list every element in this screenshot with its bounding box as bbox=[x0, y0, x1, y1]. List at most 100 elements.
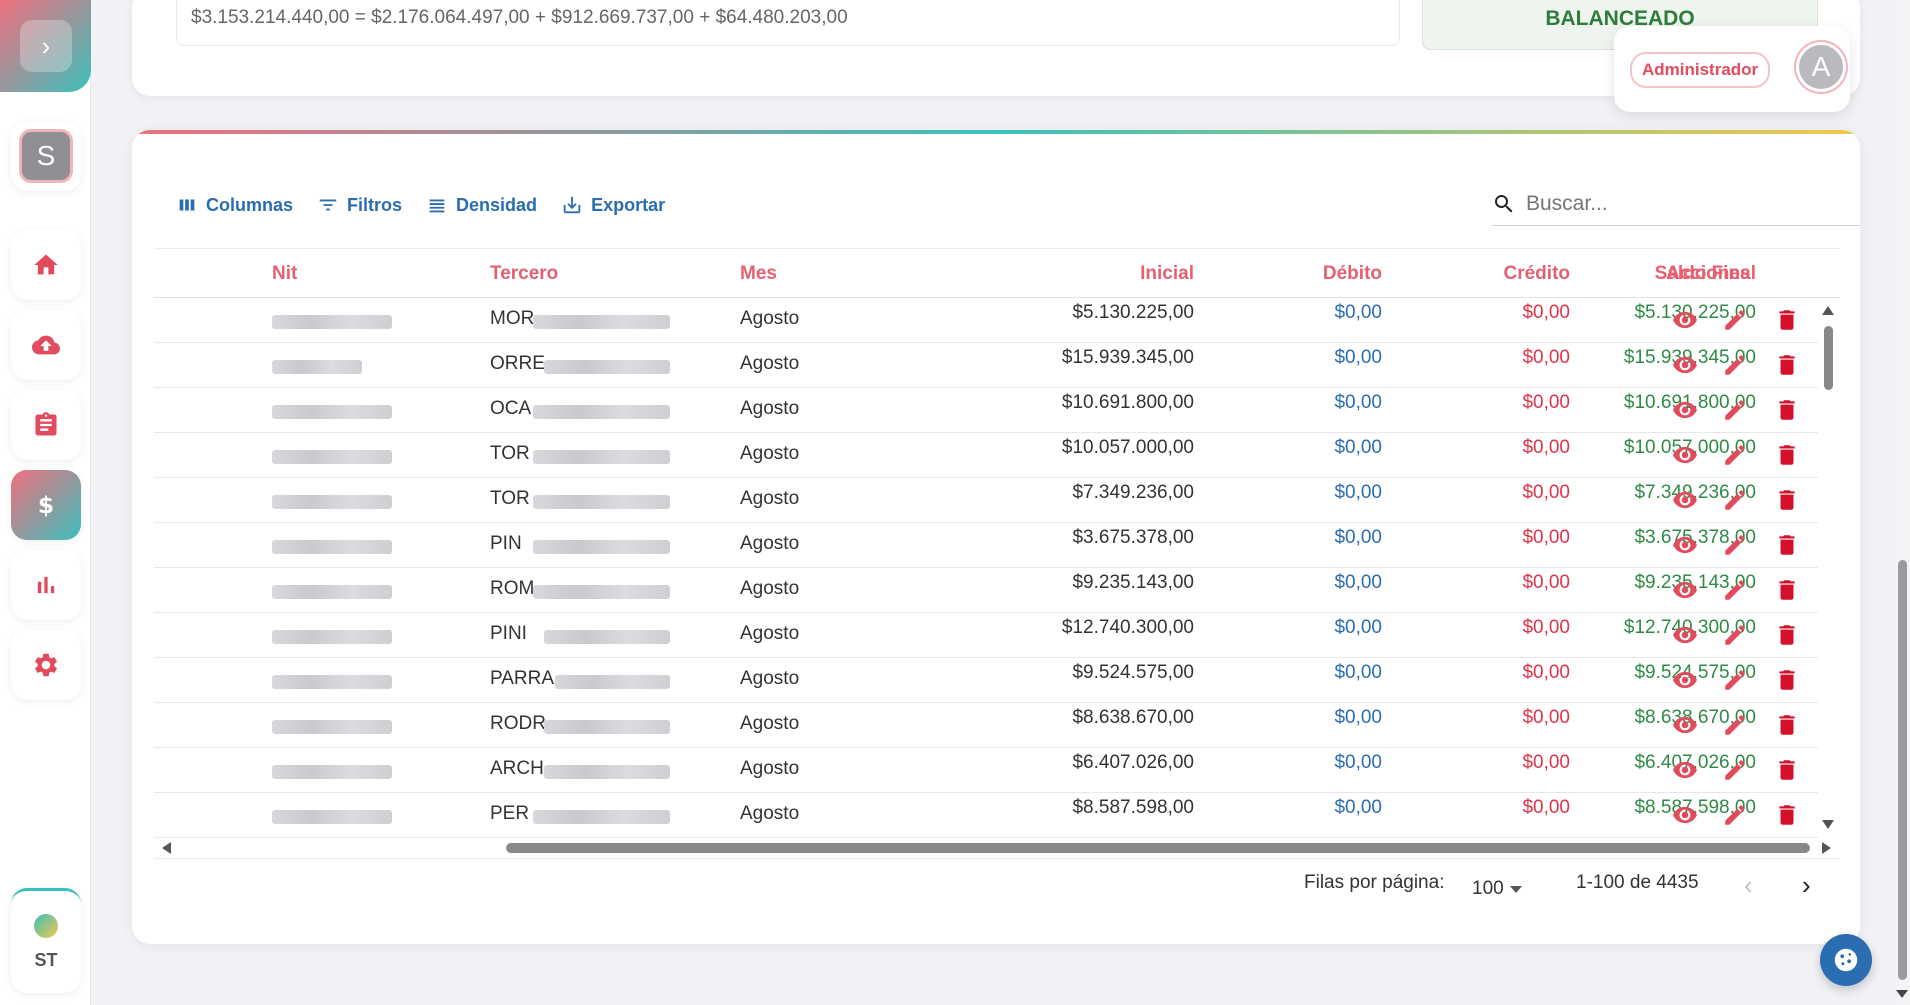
search-icon bbox=[1495, 194, 1513, 212]
pencil-icon[interactable] bbox=[1722, 577, 1748, 603]
grid-scroll-right-arrow[interactable] bbox=[1822, 842, 1831, 854]
sidebar-item-finance[interactable]: $ bbox=[11, 470, 81, 540]
previous-page-button[interactable]: ‹ bbox=[1744, 870, 1753, 901]
filters-button[interactable]: Filtros bbox=[317, 194, 402, 216]
eye-icon[interactable] bbox=[1672, 442, 1698, 468]
table-row[interactable]: PIN Agosto $3.675.378,00 $0,00 $0,00 $3.675.3… bbox=[154, 523, 1818, 568]
grid-scroll-down-arrow[interactable] bbox=[1822, 820, 1834, 829]
table-row[interactable]: ORRE Agosto $15.939.345,00 $0,00 $0,00 $15.93… bbox=[154, 343, 1818, 388]
table-row[interactable]: ARCH Agosto $6.407.026,00 $0,00 $0,00 $6.407.… bbox=[154, 748, 1818, 793]
pencil-icon[interactable] bbox=[1722, 487, 1748, 513]
cell-inicial: $8.638.670,00 bbox=[1072, 707, 1194, 728]
pencil-icon[interactable] bbox=[1722, 307, 1748, 333]
column-header-inicial[interactable]: Inicial bbox=[1140, 263, 1194, 285]
trash-icon[interactable] bbox=[1774, 757, 1800, 783]
pencil-icon[interactable] bbox=[1722, 757, 1748, 783]
table-row[interactable]: PER Agosto $8.587.598,00 $0,00 $0,00 $8.587.5… bbox=[154, 793, 1818, 838]
density-button[interactable]: Densidad bbox=[426, 194, 537, 216]
column-header-credito[interactable]: Crédito bbox=[1504, 263, 1571, 285]
column-header-mes[interactable]: Mes bbox=[740, 263, 777, 285]
user-menu[interactable]: Administrador A bbox=[1614, 26, 1850, 112]
user-avatar[interactable]: A bbox=[1796, 42, 1846, 92]
eye-icon[interactable] bbox=[1672, 532, 1698, 558]
dollar-icon: $ bbox=[38, 491, 54, 519]
trash-icon[interactable] bbox=[1774, 397, 1800, 423]
gear-icon bbox=[35, 653, 57, 677]
page-vertical-scrollbar[interactable] bbox=[1898, 560, 1907, 980]
next-page-button[interactable]: › bbox=[1802, 870, 1811, 901]
grid-scroll-left-arrow[interactable] bbox=[162, 842, 171, 854]
column-header-tercero[interactable]: Tercero bbox=[490, 263, 558, 285]
eye-icon[interactable] bbox=[1672, 397, 1698, 423]
eye-icon[interactable] bbox=[1672, 802, 1698, 828]
trash-icon[interactable] bbox=[1774, 307, 1800, 333]
trash-icon[interactable] bbox=[1774, 487, 1800, 513]
trash-icon[interactable] bbox=[1774, 712, 1800, 738]
sidebar-toggle[interactable]: › bbox=[0, 0, 91, 92]
svg-text:$: $ bbox=[38, 491, 54, 519]
pencil-icon[interactable] bbox=[1722, 667, 1748, 693]
table-row[interactable]: ROM Agosto $9.235.143,00 $0,00 $0,00 $9.235.1… bbox=[154, 568, 1818, 613]
eye-icon[interactable] bbox=[1672, 307, 1698, 333]
column-header-acciones: Acciones bbox=[1666, 263, 1751, 284]
table-row[interactable]: TOR Agosto $10.057.000,00 $0,00 $0,00 $10.057… bbox=[154, 433, 1818, 478]
export-button[interactable]: Exportar bbox=[561, 194, 665, 216]
table-row[interactable]: RODR Agosto $8.638.670,00 $0,00 $0,00 $8.638.… bbox=[154, 703, 1818, 748]
pencil-icon[interactable] bbox=[1722, 622, 1748, 648]
eye-icon[interactable] bbox=[1672, 757, 1698, 783]
rows-per-page-select[interactable]: 100 bbox=[1472, 878, 1522, 900]
trash-icon[interactable] bbox=[1774, 577, 1800, 603]
role-badge: Administrador bbox=[1630, 52, 1771, 88]
sidebar-item-upload[interactable] bbox=[11, 310, 81, 380]
sidebar-item-clipboard[interactable] bbox=[11, 390, 81, 460]
pencil-icon[interactable] bbox=[1722, 352, 1748, 378]
eye-icon[interactable] bbox=[1672, 712, 1698, 738]
column-header-nit[interactable]: Nit bbox=[272, 263, 297, 285]
trash-icon[interactable] bbox=[1774, 352, 1800, 378]
org-avatar-button[interactable]: S bbox=[11, 121, 81, 191]
trash-icon[interactable] bbox=[1774, 622, 1800, 648]
search-input[interactable] bbox=[1526, 191, 1860, 216]
cloud-upload-icon bbox=[32, 335, 60, 355]
app-brand[interactable]: ST bbox=[11, 888, 81, 993]
pencil-icon[interactable] bbox=[1722, 802, 1748, 828]
eye-icon[interactable] bbox=[1672, 667, 1698, 693]
pencil-icon[interactable] bbox=[1722, 532, 1748, 558]
nit-redacted bbox=[272, 585, 392, 599]
eye-icon[interactable] bbox=[1672, 487, 1698, 513]
tercero-redacted bbox=[533, 540, 670, 554]
eye-icon[interactable] bbox=[1672, 622, 1698, 648]
trash-icon[interactable] bbox=[1774, 442, 1800, 468]
pencil-icon[interactable] bbox=[1722, 442, 1748, 468]
table-row[interactable]: MOR Agosto $5.130.225,00 $0,00 $0,00 $5.130.2… bbox=[154, 298, 1818, 343]
grid-vertical-scrollbar[interactable] bbox=[1824, 326, 1833, 390]
caret-down-icon bbox=[1509, 885, 1522, 893]
cell-inicial: $3.675.378,00 bbox=[1072, 527, 1194, 548]
eye-icon[interactable] bbox=[1672, 352, 1698, 378]
cookie-settings-button[interactable] bbox=[1820, 934, 1872, 986]
pencil-icon[interactable] bbox=[1722, 712, 1748, 738]
grid-scroll-up-arrow[interactable] bbox=[1822, 306, 1834, 315]
tercero-redacted bbox=[533, 810, 670, 824]
sidebar: › S $ ST bbox=[0, 0, 91, 1005]
eye-icon[interactable] bbox=[1672, 577, 1698, 603]
table-row[interactable]: TOR Agosto $7.349.236,00 $0,00 $0,00 $7.349.2… bbox=[154, 478, 1818, 523]
table-row[interactable]: OCA Agosto $10.691.800,00 $0,00 $0,00 $10.691… bbox=[154, 388, 1818, 433]
column-header-debito[interactable]: Débito bbox=[1323, 263, 1382, 285]
page-scroll-down-arrow[interactable] bbox=[1896, 990, 1908, 998]
org-avatar: S bbox=[19, 129, 73, 183]
trash-icon[interactable] bbox=[1774, 532, 1800, 558]
sidebar-item-home[interactable] bbox=[11, 230, 81, 300]
cell-credito: $0,00 bbox=[1522, 347, 1570, 368]
sidebar-item-reports[interactable] bbox=[11, 550, 81, 620]
grid-horizontal-scrollbar[interactable] bbox=[506, 843, 1810, 853]
sidebar-item-settings[interactable] bbox=[11, 630, 81, 700]
columns-button[interactable]: Columnas bbox=[176, 194, 293, 216]
pencil-icon[interactable] bbox=[1722, 397, 1748, 423]
table-row[interactable]: PINI Agosto $12.740.300,00 $0,00 $0,00 $12.74… bbox=[154, 613, 1818, 658]
search-box[interactable] bbox=[1492, 182, 1860, 226]
trash-icon[interactable] bbox=[1774, 802, 1800, 828]
trash-icon[interactable] bbox=[1774, 667, 1800, 693]
nit-redacted bbox=[272, 405, 392, 419]
table-row[interactable]: PARRA Agosto $9.524.575,00 $0,00 $0,00 $9.524… bbox=[154, 658, 1818, 703]
